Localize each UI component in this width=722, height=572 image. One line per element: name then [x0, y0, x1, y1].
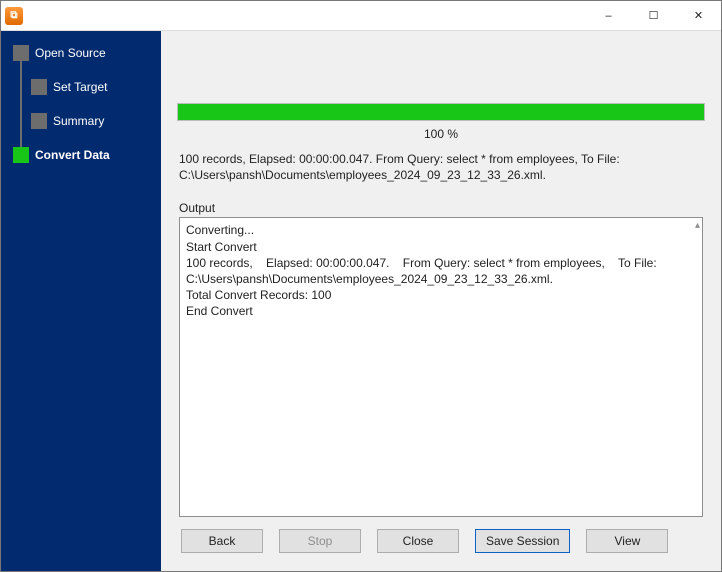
conversion-summary-text: 100 records, Elapsed: 00:00:00.047. From…	[179, 151, 703, 183]
progress-fill	[178, 104, 704, 120]
output-textarea[interactable]: ▴ Converting... Start Convert 100 record…	[179, 217, 703, 517]
step-node-icon	[13, 147, 29, 163]
step-label: Convert Data	[35, 148, 110, 162]
step-label: Open Source	[35, 46, 106, 60]
output-label: Output	[179, 201, 703, 215]
step-node-icon	[31, 79, 47, 95]
step-connector-line	[20, 51, 22, 151]
progress-percent-label: 100 %	[173, 127, 709, 141]
back-button[interactable]: Back	[181, 529, 263, 553]
app-icon: ⧉	[5, 7, 23, 25]
scroll-up-icon: ▴	[695, 220, 700, 231]
step-set-target[interactable]: Set Target	[1, 73, 161, 101]
step-convert-data[interactable]: Convert Data	[1, 141, 161, 169]
step-label: Summary	[53, 114, 104, 128]
wizard-sidebar: Open Source Set Target Summary Convert D…	[1, 31, 161, 571]
button-bar: Back Stop Close Save Session View	[173, 525, 709, 559]
stop-button: Stop	[279, 529, 361, 553]
close-window-button[interactable]: ✕	[676, 1, 721, 30]
step-node-icon	[31, 113, 47, 129]
step-open-source[interactable]: Open Source	[1, 39, 161, 67]
save-session-button[interactable]: Save Session	[475, 529, 570, 553]
progress-bar	[177, 103, 705, 121]
step-node-icon	[13, 45, 29, 61]
step-label: Set Target	[53, 80, 107, 94]
window-controls: – ☐ ✕	[586, 1, 721, 30]
view-button[interactable]: View	[586, 529, 668, 553]
step-summary[interactable]: Summary	[1, 107, 161, 135]
minimize-button[interactable]: –	[586, 1, 631, 30]
main-panel: 100 % 100 records, Elapsed: 00:00:00.047…	[161, 31, 721, 571]
output-text: Converting... Start Convert 100 records,…	[180, 218, 702, 516]
maximize-button[interactable]: ☐	[631, 1, 676, 30]
titlebar: ⧉ – ☐ ✕	[1, 1, 721, 31]
close-button[interactable]: Close	[377, 529, 459, 553]
